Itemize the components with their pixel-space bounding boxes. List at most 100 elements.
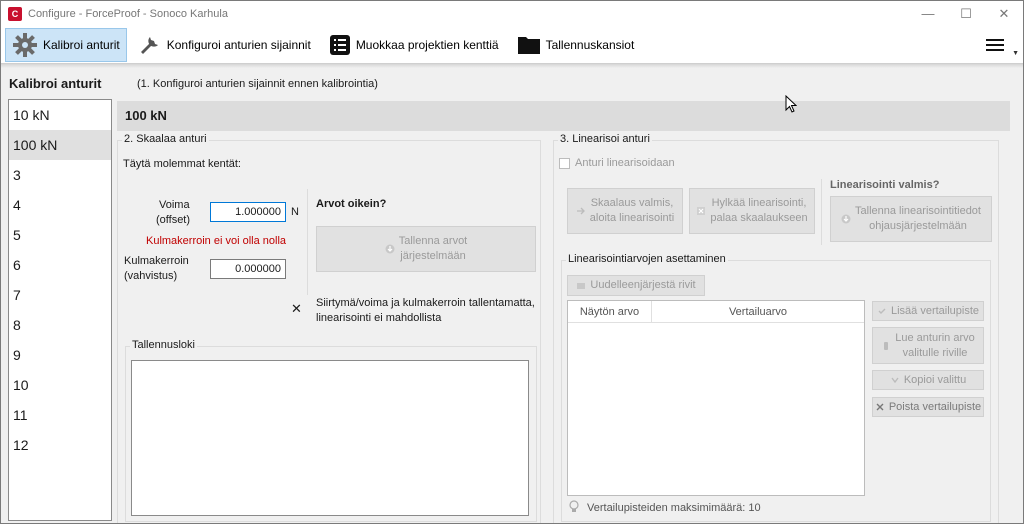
column-header-display-value[interactable]: Näytön arvo bbox=[568, 301, 652, 323]
reject-line2: palaa skaalaukseen bbox=[710, 212, 808, 224]
linearization-table[interactable]: Näytön arvo Vertailuarvo bbox=[567, 300, 865, 496]
sensor-list-item[interactable]: 8 bbox=[9, 310, 111, 340]
sensor-list[interactable]: 10 kN 100 kN 3 4 5 6 7 8 9 10 11 12 bbox=[8, 99, 112, 521]
menu-dropdown-arrow-icon[interactable]: ▼ bbox=[1012, 50, 1019, 57]
read-sensor-line1: Lue anturin arvo bbox=[895, 331, 975, 344]
scale-group-label: 2. Skaalaa anturi bbox=[122, 133, 209, 145]
toolbar-calibrate-button[interactable]: Kalibroi anturit bbox=[5, 27, 127, 62]
save-log-box[interactable] bbox=[131, 360, 529, 516]
reorder-rows-label: Uudelleenjärjestä rivit bbox=[590, 279, 696, 291]
sensor-list-item[interactable]: 9 bbox=[9, 340, 111, 370]
save-values-line1: Tallenna arvot bbox=[398, 235, 468, 247]
remove-reference-point-label: Poista vertailupiste bbox=[888, 400, 982, 413]
main-toolbar: Kalibroi anturit Konfiguroi anturien sij… bbox=[1, 26, 1023, 64]
slope-label-sub: (vahvistus) bbox=[124, 270, 178, 282]
sensor-list-item[interactable]: 5 bbox=[9, 220, 111, 250]
minimize-button[interactable]: — bbox=[909, 1, 947, 26]
check-icon bbox=[878, 308, 886, 314]
toolbar-save-folders-button[interactable]: Tallennuskansiot bbox=[510, 28, 642, 62]
arrow-right-icon bbox=[576, 207, 585, 215]
slope-gain-input[interactable]: 0.000000 bbox=[210, 259, 286, 279]
read-sensor-value-button[interactable]: Lue anturin arvo valitulle riville bbox=[872, 327, 984, 364]
status-line1: Siirtymä/voima ja kulmakerroin tallentam… bbox=[316, 297, 535, 309]
scale-done-line2: aloita linearisointi bbox=[589, 212, 675, 224]
save-log-label: Tallennusloki bbox=[130, 339, 197, 351]
force-label-sub: (offset) bbox=[156, 214, 191, 226]
selected-sensor-header: 100 kN bbox=[117, 101, 1010, 131]
sensor-list-item[interactable]: 10 bbox=[9, 370, 111, 400]
mouse-cursor-icon bbox=[785, 95, 797, 113]
status-cross-icon: ✕ bbox=[291, 301, 302, 316]
app-window: C Configure - ForceProof - Sonoco Karhul… bbox=[0, 0, 1024, 524]
scale-instruction: Täytä molemmat kentät: bbox=[123, 158, 241, 170]
lightbulb-icon bbox=[569, 500, 579, 512]
sensor-list-item[interactable]: 3 bbox=[9, 160, 111, 190]
reject-icon bbox=[697, 207, 706, 215]
sensor-list-item[interactable]: 12 bbox=[9, 430, 111, 460]
chevron-down-icon bbox=[891, 377, 899, 384]
scale-done-line1: Skaalaus valmis, bbox=[590, 197, 674, 209]
linearization-setup-label: Linearisointiarvojen asettaminen bbox=[566, 253, 728, 265]
sensor-list-item-selected[interactable]: 100 kN bbox=[9, 130, 111, 160]
linearize-vertical-divider bbox=[821, 179, 822, 245]
app-logo-icon: C bbox=[8, 6, 22, 21]
save-arrow-icon bbox=[841, 214, 851, 224]
scale-done-start-linearize-button[interactable]: Skaalaus valmis, aloita linearisointi bbox=[567, 188, 683, 234]
read-sensor-line2: valitulle riville bbox=[902, 346, 968, 359]
toolbar-save-folders-label: Tallennuskansiot bbox=[545, 37, 635, 52]
linearize-group-label: 3. Linearisoi anturi bbox=[558, 133, 652, 145]
reject-linearization-button[interactable]: Hylkää linearisointi, palaa skaalaukseen bbox=[689, 188, 815, 234]
force-offset-input[interactable]: 1.000000 bbox=[210, 202, 286, 222]
remove-reference-point-button[interactable]: Poista vertailupiste bbox=[872, 397, 984, 417]
copy-selected-button[interactable]: Kopioi valittu bbox=[872, 370, 984, 390]
save-values-button[interactable]: Tallenna arvot järjestelmään bbox=[316, 226, 536, 272]
close-button[interactable]: ✕ bbox=[985, 1, 1023, 26]
save-arrow-icon bbox=[385, 244, 395, 254]
save-linearization-button[interactable]: Tallenna linearisointitiedot ohjausjärje… bbox=[830, 196, 992, 242]
page-hint: (1. Konfiguroi anturien sijainnit ennen … bbox=[137, 78, 378, 90]
page-title: Kalibroi anturit bbox=[9, 76, 102, 91]
sensor-list-item[interactable]: 11 bbox=[9, 400, 111, 430]
reorder-rows-button[interactable]: Uudelleenjärjestä rivit bbox=[567, 275, 705, 296]
toolbar-configure-label: Konfiguroi anturien sijainnit bbox=[166, 37, 311, 52]
save-values-line2: järjestelmään bbox=[400, 250, 466, 262]
sensor-list-item[interactable]: 4 bbox=[9, 190, 111, 220]
linearize-checkbox[interactable] bbox=[559, 158, 570, 169]
force-unit: N bbox=[291, 206, 299, 218]
sensor-list-item[interactable]: 6 bbox=[9, 250, 111, 280]
status-line2: linearisointi ei mahdollista bbox=[316, 312, 442, 324]
toolbar-configure-locations-button[interactable]: Konfiguroi anturien sijainnit bbox=[131, 28, 318, 62]
toolbar-calibrate-label: Kalibroi anturit bbox=[43, 37, 120, 52]
wrench-icon bbox=[140, 36, 158, 54]
linearize-checkbox-label: Anturi linearisoidaan bbox=[575, 157, 675, 169]
read-sensor-icon bbox=[884, 341, 889, 350]
save-linearization-line1: Tallenna linearisointitiedot bbox=[855, 205, 981, 217]
column-header-reference-value[interactable]: Vertailuarvo bbox=[652, 301, 864, 323]
force-label: Voima bbox=[159, 199, 190, 211]
slope-error-message: Kulmakerroin ei voi olla nolla bbox=[146, 235, 287, 247]
max-points-info: Vertailupisteiden maksimimäärä: 10 bbox=[587, 502, 761, 514]
folder-icon bbox=[517, 36, 540, 54]
title-bar: C Configure - ForceProof - Sonoco Karhul… bbox=[1, 1, 1023, 26]
toolbar-edit-fields-label: Muokkaa projektien kenttiä bbox=[355, 37, 499, 52]
gear-icon bbox=[13, 32, 37, 57]
slope-label: Kulmakerroin bbox=[124, 255, 189, 267]
maximize-button[interactable]: ☐ bbox=[947, 1, 985, 26]
toolbar-edit-fields-button[interactable]: Muokkaa projektien kenttiä bbox=[322, 28, 506, 62]
remove-x-icon bbox=[876, 403, 884, 411]
vertical-divider bbox=[307, 189, 308, 295]
toolbar-shadow bbox=[1, 64, 1023, 68]
linearization-ready-title: Linearisointi valmis? bbox=[830, 179, 940, 191]
add-reference-point-label: Lisää vertailupiste bbox=[890, 304, 980, 317]
sensor-list-item[interactable]: 7 bbox=[9, 280, 111, 310]
list-icon bbox=[329, 34, 350, 55]
copy-selected-label: Kopioi valittu bbox=[903, 373, 967, 386]
sensor-list-item[interactable]: 10 kN bbox=[9, 100, 111, 130]
values-ok-title: Arvot oikein? bbox=[316, 198, 387, 210]
window-title: Configure - ForceProof - Sonoco Karhula bbox=[28, 7, 228, 20]
reject-line1: Hylkää linearisointi, bbox=[711, 197, 807, 209]
add-reference-point-button[interactable]: Lisää vertailupiste bbox=[872, 301, 984, 321]
reorder-icon bbox=[577, 282, 586, 289]
hamburger-menu-icon[interactable] bbox=[985, 35, 1005, 55]
save-linearization-line2: ohjausjärjestelmään bbox=[869, 220, 967, 232]
